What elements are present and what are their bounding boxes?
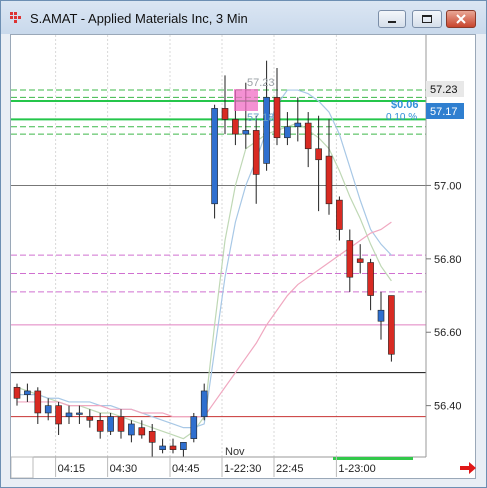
candle — [346, 229, 354, 292]
candle-body — [336, 199, 343, 230]
candle-body — [232, 119, 239, 135]
chart-panel[interactable]: 57.23 57.18 57.2057.0056.8056.6056.40 57… — [10, 34, 476, 479]
price-axis: 57.2057.0056.8056.6056.40 — [425, 35, 462, 457]
change-label: $0.06 — [391, 99, 419, 111]
candle — [180, 442, 187, 457]
candle-body — [34, 390, 42, 414]
candle-body — [190, 416, 198, 439]
candle — [86, 409, 94, 428]
ask-price-label: 57.23 — [430, 84, 458, 96]
right-arrow-icon[interactable] — [459, 461, 477, 475]
candle-body — [65, 412, 73, 417]
y-tick-label: 56.40 — [434, 401, 462, 413]
candle-body — [55, 405, 62, 425]
x-tick-label: 04:30 — [110, 463, 138, 475]
candle — [252, 115, 260, 204]
candle-body — [159, 445, 166, 450]
close-button[interactable] — [446, 10, 476, 28]
candle — [117, 409, 125, 439]
maximize-button[interactable] — [412, 10, 442, 28]
window-title: S.AMAT - Applied Materials Inc, 3 Min — [30, 11, 248, 26]
candle-body — [180, 442, 187, 450]
candle — [221, 75, 229, 135]
candle — [336, 196, 343, 241]
bid-cross-label: 57.18 — [247, 112, 275, 124]
candle-body — [263, 97, 270, 164]
gridlines — [55, 35, 337, 457]
close-icon — [456, 14, 466, 24]
candle-body — [200, 390, 208, 417]
candle — [159, 438, 166, 454]
x-tick-label: 1-23:00 — [338, 463, 375, 475]
candle-body — [304, 122, 312, 150]
candle — [367, 258, 374, 311]
x-tick-label: 1-22:30 — [224, 463, 261, 475]
candle-body — [128, 423, 135, 436]
candle — [76, 405, 83, 424]
candle — [190, 412, 198, 443]
app-icon — [10, 12, 21, 23]
candle-body — [242, 130, 250, 135]
candle-body — [211, 108, 218, 205]
candle — [284, 112, 291, 146]
candle — [65, 405, 73, 424]
candle-body — [315, 148, 322, 161]
candle-body — [86, 416, 94, 421]
candle — [169, 438, 177, 454]
x-tick-label: 04:45 — [172, 463, 200, 475]
candle-body — [346, 240, 354, 278]
candle-body — [221, 108, 229, 120]
candle-body — [377, 309, 385, 322]
candle-body — [117, 416, 125, 432]
crosshair-highlight — [234, 89, 258, 111]
candle — [200, 383, 208, 421]
candle-body — [356, 258, 364, 263]
minimize-button[interactable] — [378, 10, 406, 28]
candle-body — [252, 130, 260, 175]
x-tick-label: 04:15 — [58, 463, 86, 475]
time-axis: 04:15 04:30 04:45 1-22:30 22:45 1-23:00 — [11, 456, 426, 478]
y-tick-label: 56.80 — [434, 254, 462, 266]
minimize-icon — [388, 21, 396, 23]
candle — [55, 401, 62, 435]
ask-cross-label: 57.23 — [247, 77, 275, 89]
candle-body — [24, 390, 31, 395]
price-chart[interactable]: 57.23 57.18 57.2057.0056.8056.6056.40 57… — [11, 35, 475, 478]
change-percent-label: 0.10 % — [386, 112, 417, 123]
chart-window: S.AMAT - Applied Materials Inc, 3 Min 57… — [0, 0, 487, 488]
candle-body — [294, 122, 302, 128]
candle-body — [273, 97, 281, 139]
candle — [24, 383, 31, 402]
candle — [128, 420, 135, 443]
candle — [273, 68, 281, 146]
candle-body — [96, 420, 104, 432]
candle — [388, 295, 395, 362]
candle-body — [13, 386, 21, 399]
candle — [34, 387, 42, 424]
candle-body — [367, 262, 374, 296]
candle-body — [76, 412, 83, 415]
candle-body — [169, 445, 177, 450]
candle — [377, 291, 385, 340]
candle-body — [325, 155, 333, 205]
y-tick-label: 56.60 — [434, 327, 462, 339]
candle — [315, 115, 322, 212]
y-tick-label: 57.00 — [434, 180, 462, 192]
candle — [356, 244, 364, 274]
candle — [211, 104, 218, 219]
candle-body — [107, 416, 114, 432]
maximize-icon — [422, 15, 432, 23]
bid-price-label: 57.17 — [430, 106, 458, 118]
x-tick-label: 22:45 — [276, 463, 304, 475]
title-bar[interactable]: S.AMAT - Applied Materials Inc, 3 Min — [1, 1, 486, 34]
session-marker: Nov — [225, 446, 245, 458]
candle-body — [148, 431, 156, 443]
candle-body — [44, 405, 52, 414]
candle-body — [284, 126, 291, 139]
candle-body — [388, 295, 395, 355]
candle-body — [138, 427, 146, 436]
